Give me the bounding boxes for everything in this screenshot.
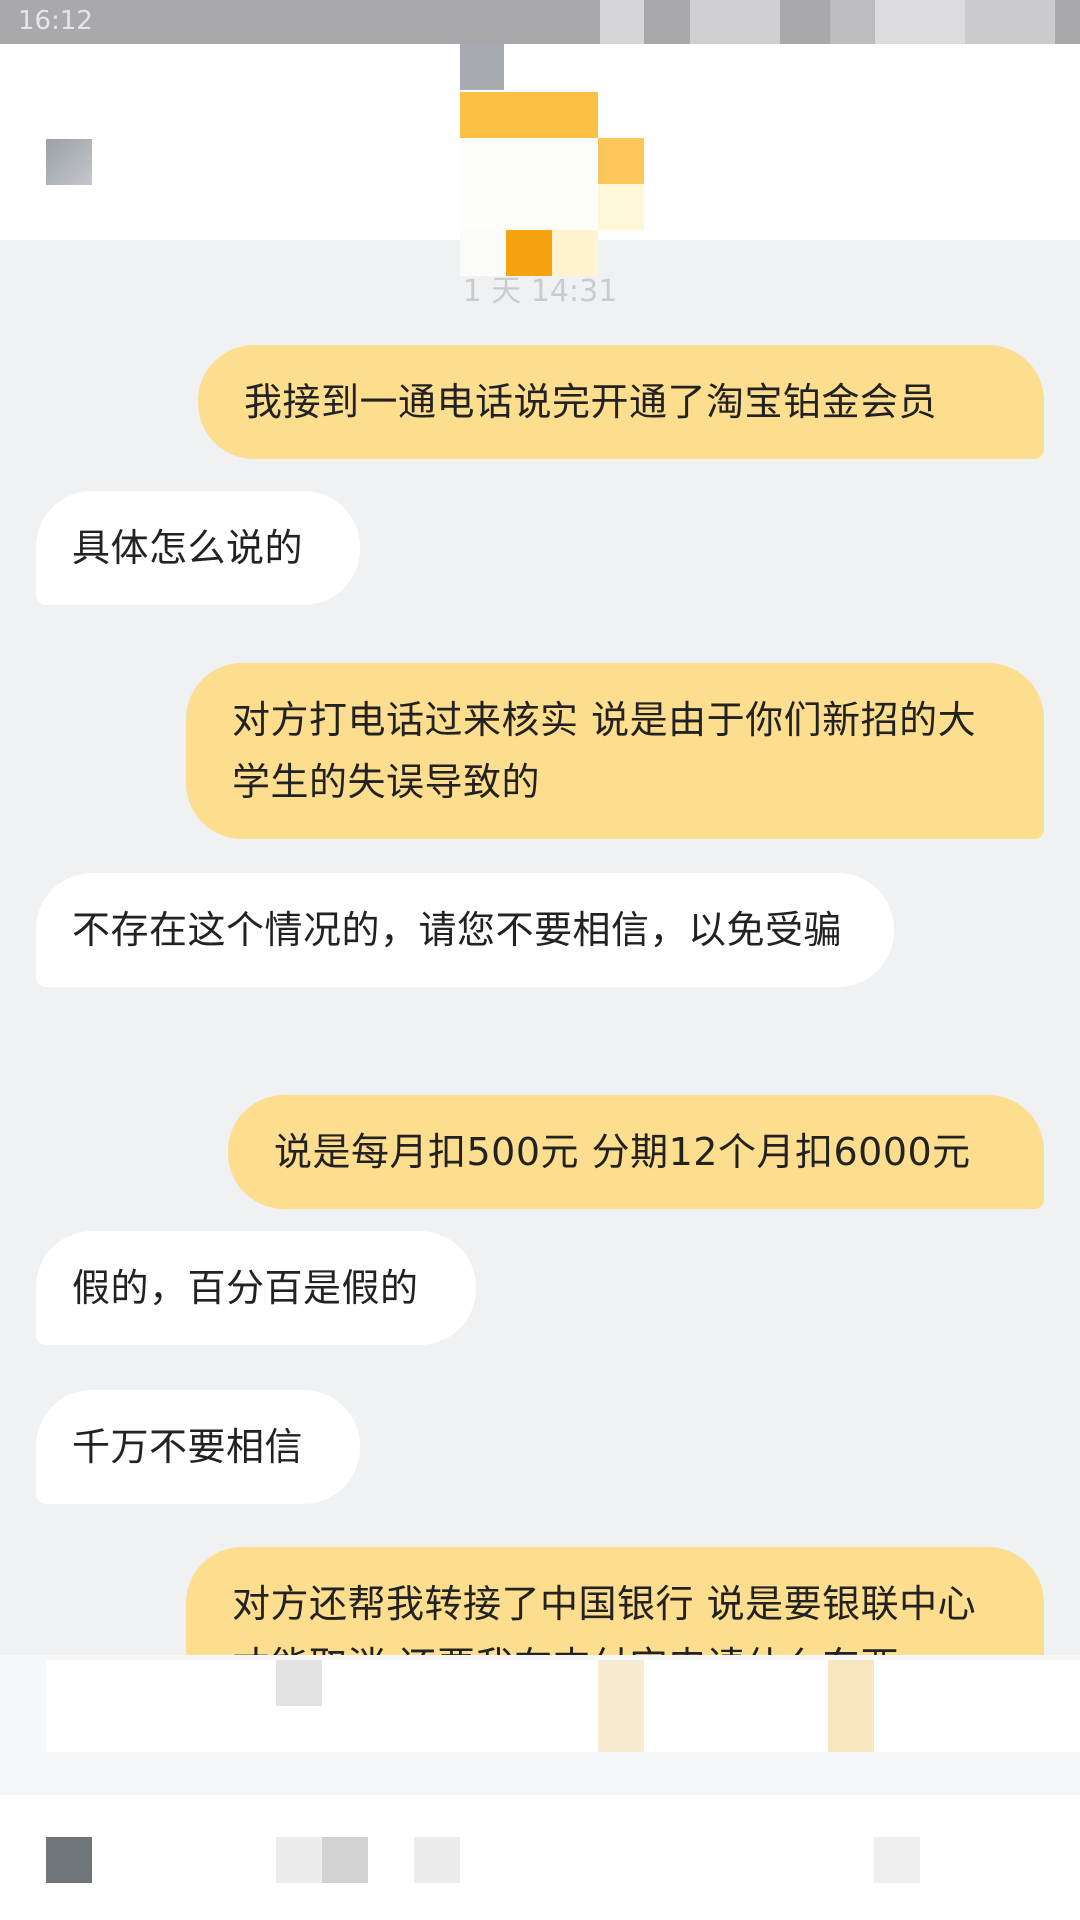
status-icon-blur xyxy=(690,0,780,44)
sticker-icon[interactable] xyxy=(414,1837,460,1883)
status-bar: 16:12 xyxy=(0,0,1080,44)
message-bubble-outgoing[interactable]: 我接到一通电话说完开通了淘宝铂金会员 xyxy=(198,345,1044,459)
voice-icon[interactable] xyxy=(46,1837,92,1883)
back-icon[interactable] xyxy=(46,139,92,185)
status-time: 16:12 xyxy=(18,6,93,36)
message-text: 对方打电话过来核实 说是由于你们新招的大学生的失误导致的 xyxy=(232,698,977,804)
message-bubble-incoming[interactable]: 千万不要相信 xyxy=(36,1390,360,1504)
status-icon-blur xyxy=(875,0,965,44)
status-icon-blur xyxy=(830,0,875,44)
message-bubble-incoming[interactable]: 不存在这个情况的，请您不要相信，以免受骗 xyxy=(36,873,894,987)
message-text: 假的，百分百是假的 xyxy=(72,1266,419,1310)
message-text: 具体怎么说的 xyxy=(72,526,304,570)
emoji-icon[interactable] xyxy=(276,1837,322,1883)
status-icon-blur xyxy=(600,0,644,44)
chat-timestamp: 1 天 14:31 xyxy=(462,274,618,309)
message-bubble-outgoing[interactable]: 说是每月扣500元 分期12个月扣6000元 xyxy=(228,1095,1044,1209)
message-bubble-outgoing[interactable]: 对方打电话过来核实 说是由于你们新招的大学生的失误导致的 xyxy=(186,663,1044,839)
message-bubble-incoming[interactable]: 具体怎么说的 xyxy=(36,491,360,605)
emoji-icon[interactable] xyxy=(322,1837,368,1883)
message-text: 千万不要相信 xyxy=(72,1425,304,1469)
message-bubble-incoming[interactable]: 假的，百分百是假的 xyxy=(36,1231,476,1345)
message-text: 说是每月扣500元 分期12个月扣6000元 xyxy=(274,1130,971,1174)
message-text: 不存在这个情况的，请您不要相信，以免受骗 xyxy=(72,908,843,952)
plus-icon[interactable] xyxy=(874,1837,920,1883)
bottom-toolbar xyxy=(0,1795,1080,1920)
status-icon-blur xyxy=(965,0,1055,44)
message-text: 我接到一通电话说完开通了淘宝铂金会员 xyxy=(244,380,938,424)
message-input-blur[interactable] xyxy=(46,1660,1080,1752)
